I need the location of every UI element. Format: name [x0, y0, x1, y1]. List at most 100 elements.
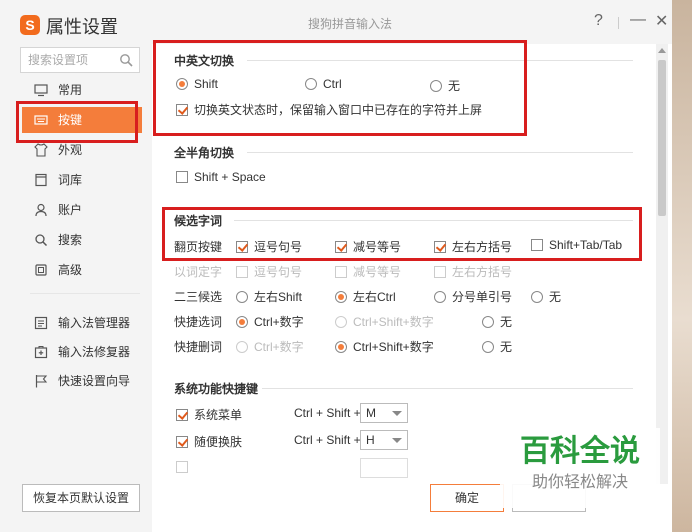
ok-button[interactable]: 确定 — [430, 484, 504, 512]
search-icon[interactable] — [119, 53, 133, 67]
chevron-down-icon — [392, 438, 402, 443]
shortcut-keys-text: Ctrl + Shift + — [294, 406, 361, 420]
sidebar-item-common[interactable]: 常用 — [22, 77, 142, 103]
option-label: Ctrl+Shift+数字 — [353, 340, 434, 354]
option-label: Ctrl+数字 — [254, 315, 304, 329]
title-separator — [618, 17, 619, 29]
fix-key-brackets: 左右方括号 — [434, 263, 512, 280]
checkbox[interactable] — [176, 409, 188, 421]
radio-button[interactable] — [335, 291, 347, 303]
radio-delete-ctrl-shift-num[interactable]: Ctrl+Shift+数字 — [335, 338, 434, 355]
radio-button[interactable] — [482, 341, 494, 353]
quick-select-label: 快捷选词 — [174, 315, 223, 329]
sidebar-item-search[interactable]: 搜索 — [22, 227, 142, 253]
checkbox[interactable] — [176, 436, 188, 448]
scroll-thumb[interactable] — [658, 60, 666, 216]
radio-select-none[interactable]: 无 — [482, 313, 512, 330]
system-menu-checkbox[interactable]: 系统菜单 — [176, 406, 242, 423]
shortcut-keys-text: Ctrl + Shift + — [294, 433, 361, 447]
select-value: M — [366, 406, 376, 420]
fix-char-label: 以词定字 — [174, 265, 223, 279]
fix-key-minus-equal: 减号等号 — [335, 263, 401, 280]
manager-icon — [34, 316, 48, 330]
watermark-subtitle: 助你轻松解决 — [531, 474, 628, 491]
radio-button[interactable] — [531, 291, 543, 303]
shift-space-checkbox[interactable]: Shift + Space — [176, 170, 266, 184]
scroll-up-icon[interactable] — [658, 48, 666, 53]
reset-defaults-button[interactable]: 恢复本页默认设置 — [22, 484, 140, 512]
checkbox — [176, 461, 188, 473]
second-third-label: 二三候选 — [174, 290, 223, 304]
watermark: 百科全说 助你轻松解决 — [500, 428, 660, 508]
sidebar-tool-wizard[interactable]: 快速设置向导 — [22, 368, 142, 394]
radio-button[interactable] — [335, 341, 347, 353]
radio-semicolon-quote[interactable]: 分号单引号 — [434, 288, 512, 305]
settings-search-box — [20, 47, 140, 73]
option-label: 左右方括号 — [452, 265, 513, 279]
sidebar-item-label: 常用 — [58, 83, 83, 97]
radio-select-ctrl-shift-num: Ctrl+Shift+数字 — [335, 313, 434, 330]
checkbox[interactable] — [176, 171, 188, 183]
select-value: H — [366, 433, 375, 447]
window-title: 搜狗拼音输入法 — [307, 17, 392, 31]
sogou-logo-icon: S — [20, 15, 40, 35]
option-label: 系统菜单 — [194, 408, 243, 422]
radio-select-ctrl-num[interactable]: Ctrl+数字 — [236, 313, 304, 330]
radio-button[interactable] — [434, 291, 446, 303]
radio-second-third-none[interactable]: 无 — [531, 288, 561, 305]
sidebar-item-label: 高级 — [58, 263, 83, 277]
chevron-down-icon — [392, 411, 402, 416]
sidebar-item-label: 搜索 — [58, 233, 83, 247]
option-label: 左右Ctrl — [353, 290, 396, 304]
monitor-icon — [34, 84, 48, 97]
sidebar-tool-manager[interactable]: 输入法管理器 — [22, 310, 142, 336]
quick-delete-label: 快捷删词 — [174, 340, 223, 354]
checkbox — [335, 266, 347, 278]
radio-left-right-ctrl[interactable]: 左右Ctrl — [335, 288, 396, 305]
sidebar-tool-repair[interactable]: 输入法修复器 — [22, 339, 142, 365]
desktop-background — [672, 0, 692, 532]
option-label: Ctrl+数字 — [254, 340, 304, 354]
sidebar-item-account[interactable]: 账户 — [22, 197, 142, 223]
radio-button — [335, 316, 347, 328]
checkbox — [434, 266, 446, 278]
radio-button — [236, 341, 248, 353]
sidebar-item-label: 词库 — [58, 173, 83, 187]
content-scrollbar[interactable] — [656, 44, 668, 484]
fix-key-comma-period: 逗号句号 — [236, 263, 302, 280]
option-label: 分号单引号 — [452, 290, 513, 304]
section-title-full-half: 全半角切换 — [174, 146, 235, 160]
highlight-box-zh-en — [153, 40, 527, 136]
radio-delete-none[interactable]: 无 — [482, 338, 512, 355]
option-label: Ctrl+Shift+数字 — [353, 315, 434, 329]
close-button[interactable]: ✕ — [655, 11, 668, 31]
help-button[interactable]: ? — [594, 12, 603, 30]
random-skin-key-select[interactable]: H — [360, 430, 408, 450]
option-label: 减号等号 — [353, 265, 402, 279]
sidebar-item-dictionary[interactable]: 词库 — [22, 167, 142, 193]
repair-icon — [34, 346, 48, 359]
radio-left-right-shift[interactable]: 左右Shift — [236, 288, 302, 305]
radio-button[interactable] — [236, 316, 248, 328]
app-title: 属性设置 — [46, 17, 118, 37]
square-icon — [35, 264, 47, 276]
radio-button[interactable] — [236, 291, 248, 303]
random-skin-checkbox[interactable]: 随便换肤 — [176, 433, 242, 450]
book-icon — [35, 173, 47, 187]
radio-button[interactable] — [482, 316, 494, 328]
sidebar-item-advanced[interactable]: 高级 — [22, 257, 142, 283]
sidebar-item-label: 输入法修复器 — [58, 345, 131, 359]
partial-checkbox-row — [176, 460, 194, 474]
section-title-shortcuts: 系统功能快捷键 — [174, 382, 259, 396]
sidebar-item-label: 快速设置向导 — [58, 374, 131, 388]
section-divider — [247, 152, 633, 153]
highlight-box-sidebar — [16, 101, 138, 143]
sidebar-divider — [30, 293, 140, 294]
option-label: 无 — [500, 340, 513, 354]
option-label: 无 — [500, 315, 513, 329]
settings-search-input[interactable] — [21, 48, 117, 72]
title-bar: S 属性设置 搜狗拼音输入法 ? — ✕ — [0, 0, 672, 44]
minimize-button[interactable]: — — [630, 11, 646, 29]
system-menu-key-select[interactable]: M — [360, 403, 408, 423]
option-label: Shift + Space — [194, 170, 266, 184]
